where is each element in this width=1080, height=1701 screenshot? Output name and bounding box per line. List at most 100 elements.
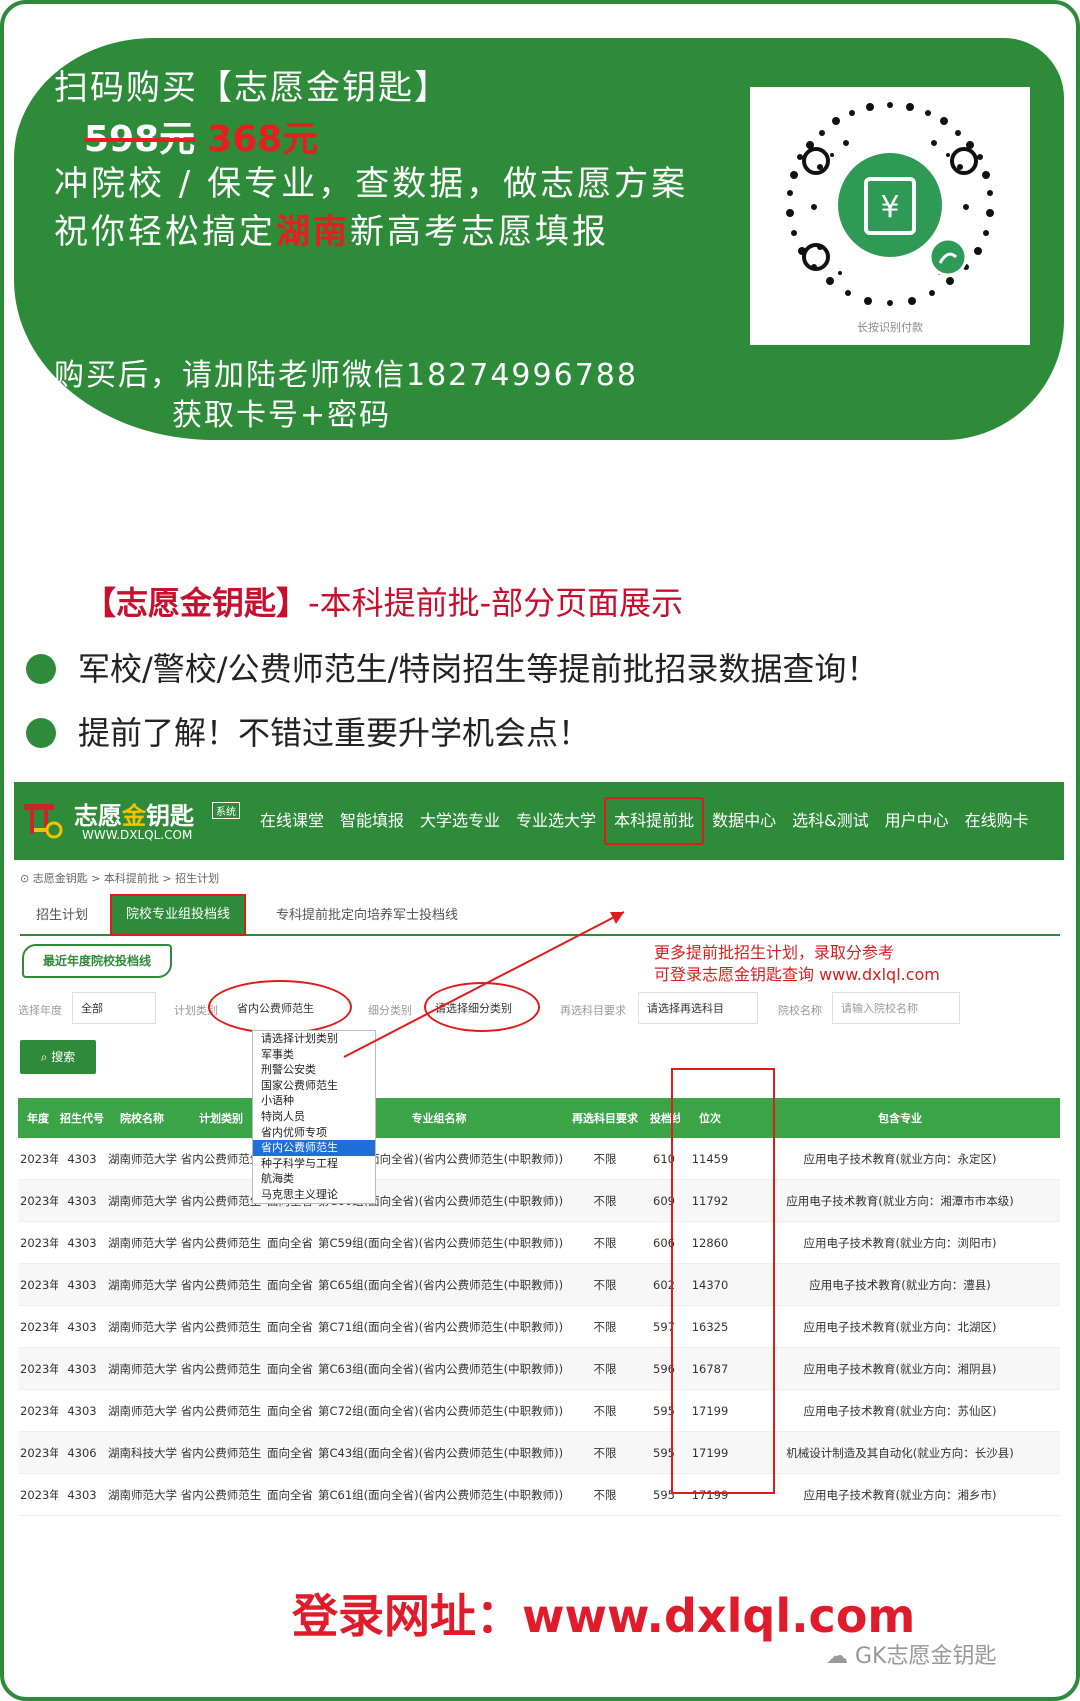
dropdown-option[interactable]: 种子科学与工程 xyxy=(253,1156,375,1172)
search-label: 搜索 xyxy=(51,1050,76,1064)
main-menu: 在线课堂 智能填报 大学选专业 专业选大学 本科提前批 数据中心 选科&测试 用… xyxy=(252,782,1037,860)
table-cell: 不限 xyxy=(562,1431,648,1474)
location-pin-icon: ⊙ xyxy=(20,872,33,885)
table-row[interactable]: 2023年 4303 湖南师范大学 省内公费师范生 面向全省 第C61组(面向全省)(省内… xyxy=(18,1473,1060,1516)
table-cell: 应用电子技术教育(就业方向：北湖区) xyxy=(740,1305,1060,1348)
menu-item-smart-fill[interactable]: 智能填报 xyxy=(332,799,412,843)
tab-group-scores[interactable]: 院校专业组投档线 xyxy=(110,894,247,936)
column-header[interactable]: 年度 xyxy=(18,1098,58,1138)
menu-item-data-center[interactable]: 数据中心 xyxy=(704,799,784,843)
column-header[interactable]: 院校名称 xyxy=(106,1098,178,1138)
table-cell: 2023年 xyxy=(18,1389,58,1432)
login-url[interactable]: 登录网址：www.dxlql.com xyxy=(292,1580,915,1646)
table-cell: 湖南师范大学 xyxy=(106,1179,178,1222)
table-cell: 面向全省 xyxy=(264,1473,316,1516)
table-row[interactable]: 2023年 4306 湖南科技大学 省内公费师范生 面向全省 第C43组(面向全省)(省内… xyxy=(18,1431,1060,1474)
table-cell: 湖南师范大学 xyxy=(106,1389,178,1432)
table-cell: 4303 xyxy=(58,1179,106,1222)
table-cell: 2023年 xyxy=(18,1221,58,1264)
table-body: 2023年4303湖南师范大学省内公费师范生面向全省第C56组(面向全省)(省内… xyxy=(18,1138,1060,1516)
promo-price: 598元 368元 xyxy=(84,110,318,162)
table-cell: 第C61组(面向全省)(省内公费师范生(中职教师)) xyxy=(316,1473,562,1516)
bullet-dot-icon xyxy=(26,654,56,684)
menu-item-early-batch[interactable]: 本科提前批 xyxy=(604,797,705,845)
bullet-item: 军校/警校/公费师范生/特岗招生等提前批招录数据查询！ xyxy=(26,644,1056,690)
menu-item-buy-card[interactable]: 在线购卡 xyxy=(957,799,1037,843)
breadcrumb: ⊙ 志愿金钥匙 > 本科提前批 > 招生计划 xyxy=(20,870,219,886)
qr-code-card[interactable]: ¥ 长按识别付款 xyxy=(750,87,1030,345)
table-cell: 不限 xyxy=(562,1263,648,1306)
search-button[interactable]: ⌕ 搜索 xyxy=(20,1040,96,1074)
dropdown-option[interactable]: 特岗人员 xyxy=(253,1109,375,1125)
table-header: 年度 招生代号 院校名称 计划类别 专业组名称 再选科目要求 投档线 位次 包含专业 xyxy=(18,1098,1060,1138)
table-cell: 应用电子技术教育(就业方向：湘乡市) xyxy=(740,1473,1060,1516)
tagline-highlight: 湖南 xyxy=(276,212,350,252)
bullet-dot-icon xyxy=(26,718,56,748)
dropdown-option[interactable]: 请选择计划类别 xyxy=(253,1031,375,1047)
table-cell: 2023年 xyxy=(18,1473,58,1516)
table-cell: 4303 xyxy=(58,1389,106,1432)
column-header[interactable]: 再选科目要求 xyxy=(562,1098,648,1138)
dropdown-option[interactable]: 刑警公安类 xyxy=(253,1062,375,1078)
table-cell: 湖南师范大学 xyxy=(106,1347,178,1390)
dropdown-option[interactable]: 省内公费师范生 xyxy=(253,1140,375,1156)
section-title-bold: 【志愿金钥匙】 xyxy=(84,584,309,622)
table-cell: 第C72组(面向全省)(省内公费师范生(中职教师)) xyxy=(316,1389,562,1432)
table-cell: 4303 xyxy=(58,1347,106,1390)
table-row[interactable]: 2023年 4303 湖南师范大学 省内公费师范生 面向全省 第C65组(面向全省)(省内… xyxy=(18,1263,1060,1306)
table-row[interactable]: 2023年4303湖南师范大学省内公费师范生面向全省第C60组(面向全省)(省内… xyxy=(18,1179,1060,1222)
table-cell: 不限 xyxy=(562,1221,648,1264)
table-row[interactable]: 2023年 4303 湖南师范大学 省内公费师范生 面向全省 第C71组(面向全省)(省内… xyxy=(18,1305,1060,1348)
table-cell: 不限 xyxy=(562,1473,648,1516)
table-cell: 省内公费师范生 xyxy=(178,1221,264,1264)
menu-item-online-class[interactable]: 在线课堂 xyxy=(252,799,332,843)
table-row[interactable]: 2023年 4303 湖南师范大学 省内公费师范生 面向全省 第C72组(面向全省)(省内… xyxy=(18,1389,1060,1432)
tab-military-scores[interactable]: 专科提前批定向培养军士投档线 xyxy=(276,900,458,932)
table-row[interactable]: 2023年 4303 湖南师范大学 省内公费师范生 面向全省 第C59组(面向全省)(省内… xyxy=(18,1221,1060,1264)
tab-plan[interactable]: 招生计划 xyxy=(36,900,88,932)
site-screenshot: 志愿金钥匙 系统 WWW.DXLQL.COM 在线课堂 智能填报 大学选专业 专… xyxy=(14,782,1064,1516)
dropdown-option[interactable]: 马克思主义理论 xyxy=(253,1187,375,1203)
site-logo[interactable]: 志愿金钥匙 系统 WWW.DXLQL.COM xyxy=(22,796,252,848)
highlight-ring xyxy=(208,980,352,1034)
table-cell: 面向全省 xyxy=(264,1263,316,1306)
year-select[interactable]: 全部 xyxy=(72,992,156,1024)
table-cell: 2023年 xyxy=(18,1431,58,1474)
menu-item-major-school[interactable]: 专业选大学 xyxy=(508,799,604,843)
table-cell: 面向全省 xyxy=(264,1347,316,1390)
sub-label: 细分类别 xyxy=(368,1004,412,1017)
wechat-icon: ☁ xyxy=(826,1644,855,1669)
promo-tagline: 冲院校 / 保专业，查数据，做志愿方案 xyxy=(54,164,689,204)
school-input[interactable]: 请输入院校名称 xyxy=(832,992,960,1024)
table-row[interactable]: 2023年 4303 湖南师范大学 省内公费师范生 面向全省 第C63组(面向全省)(省内… xyxy=(18,1347,1060,1390)
column-header[interactable]: 招生代号 xyxy=(58,1098,106,1138)
dropdown-option[interactable]: 军事类 xyxy=(253,1047,375,1063)
subject-select[interactable]: 请选择再选科目 xyxy=(638,992,758,1024)
column-header[interactable]: 包含专业 xyxy=(740,1098,1060,1138)
table-cell: 湖南师范大学 xyxy=(106,1473,178,1516)
promo-contact: 购买后，请加陆老师微信18274996788 xyxy=(54,358,638,393)
menu-item-subject-test[interactable]: 选科&测试 xyxy=(784,799,876,843)
table-cell: 省内公费师范生 xyxy=(178,1347,264,1390)
dropdown-option[interactable]: 航海类 xyxy=(253,1171,375,1187)
highlight-ring xyxy=(424,982,540,1032)
dropdown-option[interactable]: 小语种 xyxy=(253,1093,375,1109)
plan-dropdown[interactable]: 请选择计划类别 军事类 刑警公安类 国家公费师范生 小语种 特岗人员 省内优师专项 省内公费师… xyxy=(252,1030,376,1204)
table-cell: 不限 xyxy=(562,1389,648,1432)
note-line: 可登录志愿金钥匙查询 www.dxlql.com xyxy=(654,965,940,984)
table-cell: 湖南师范大学 xyxy=(106,1138,178,1180)
section-title-rest: -本科提前批-部分页面展示 xyxy=(308,584,684,622)
menu-item-school-major[interactable]: 大学选专业 xyxy=(412,799,508,843)
promo-tagline-2: 祝你轻松搞定湖南新高考志愿填报 xyxy=(54,204,609,253)
dropdown-option[interactable]: 国家公费师范生 xyxy=(253,1078,375,1094)
table-cell: 第C71组(面向全省)(省内公费师范生(中职教师)) xyxy=(316,1305,562,1348)
svg-text:¥: ¥ xyxy=(880,190,899,225)
table-cell: 不限 xyxy=(562,1347,648,1390)
table-cell: 面向全省 xyxy=(264,1389,316,1432)
table-cell: 省内公费师范生 xyxy=(178,1263,264,1306)
subject-label: 再选科目要求 xyxy=(560,1004,626,1017)
dropdown-option[interactable]: 省内优师专项 xyxy=(253,1125,375,1141)
menu-item-user-center[interactable]: 用户中心 xyxy=(877,799,957,843)
table-row[interactable]: 2023年4303湖南师范大学省内公费师范生面向全省第C56组(面向全省)(省内… xyxy=(18,1138,1060,1180)
table-cell: 应用电子技术教育(就业方向：苏仙区) xyxy=(740,1389,1060,1432)
